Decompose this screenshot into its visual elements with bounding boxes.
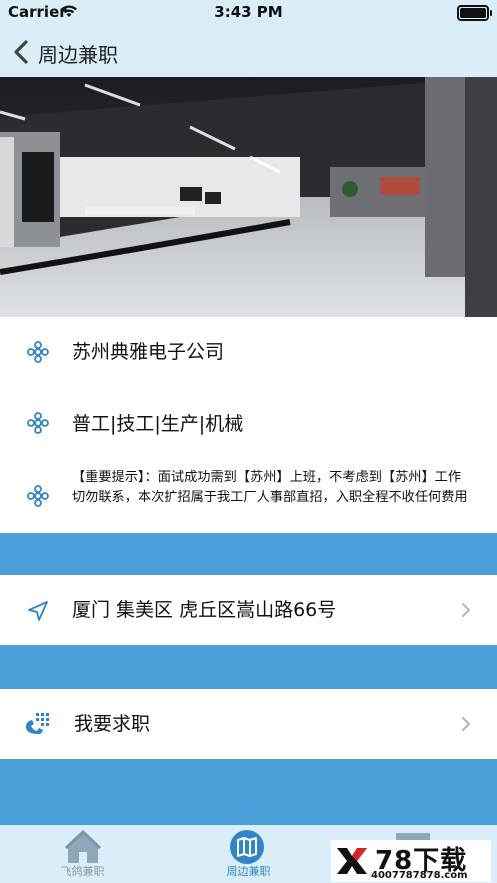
status-bar: Carrier 3:43 PM [0, 0, 497, 26]
tab-zhoubian-jianzhi[interactable]: 周边兼职 [166, 825, 331, 883]
watermark-logo: 78下载 4007787878.com [331, 840, 491, 882]
phone-keypad-icon [26, 713, 49, 735]
important-notice: 【重要提示】：面试成功需到【苏州】上班，不考虑到【苏州】工作切勿联系，本次扩招属… [72, 470, 468, 505]
category-row: 普工|技工|生产|机械 [0, 385, 497, 457]
clock-label: 3:43 PM [214, 3, 283, 21]
chevron-right-icon [462, 603, 471, 617]
section-separator [0, 759, 497, 825]
notice-icon [27, 485, 49, 507]
address-text: 厦门 集美区 虎丘区嵩山路66号 [72, 599, 337, 621]
map-icon [230, 830, 264, 864]
house-icon [64, 829, 102, 863]
x-logo-icon [337, 848, 367, 874]
page-title[interactable]: 周边兼职 [38, 39, 118, 68]
section-separator [0, 645, 497, 689]
notice-row: 【重要提示】：面试成功需到【苏州】上班，不考虑到【苏州】工作切勿联系，本次扩招属… [0, 457, 497, 533]
job-category: 普工|技工|生产|机械 [72, 413, 244, 435]
tab-label: 飞鸽兼职 [60, 865, 105, 878]
company-name: 苏州典雅电子公司 [72, 341, 225, 363]
tab-label: 周边兼职 [226, 865, 271, 878]
tab-feige-jianzhi[interactable]: 飞鸽兼职 [0, 825, 165, 883]
location-arrow-icon [28, 601, 48, 621]
battery-icon [457, 5, 492, 21]
apply-label: 我要求职 [74, 713, 151, 735]
watermark-url: 4007787878.com [371, 870, 468, 881]
company-row: 苏州典雅电子公司 [0, 317, 497, 385]
address-row[interactable]: 厦门 集美区 虎丘区嵩山路66号 [0, 575, 497, 645]
company-icon [27, 341, 49, 363]
office-hero-image [0, 77, 497, 317]
navigation-bar: 周边兼职 [0, 26, 497, 77]
apply-row[interactable]: 我要求职 [0, 689, 497, 759]
back-chevron-icon[interactable] [12, 39, 30, 65]
category-icon [27, 412, 49, 434]
chevron-right-icon [462, 717, 471, 731]
section-separator [0, 533, 497, 575]
